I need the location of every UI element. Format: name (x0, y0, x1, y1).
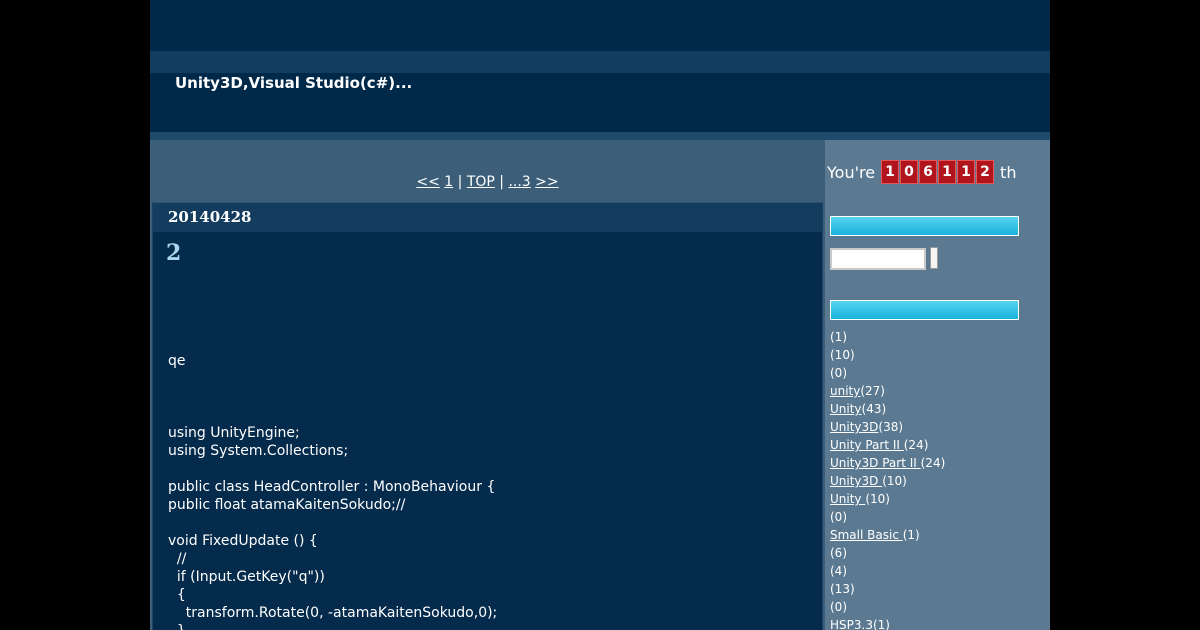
category-item: Small Basic (1) (830, 526, 945, 544)
category-count: (24) (903, 438, 929, 452)
category-count: (4) (830, 564, 847, 578)
pager-separator: | (457, 174, 463, 190)
category-link[interactable]: Unity (830, 402, 862, 416)
main-content: << 1 | TOP | ...3 >> 20140428 2 qe using… (150, 140, 825, 630)
pager-page-1-link[interactable]: 1 (444, 174, 453, 190)
category-item: unity(27) (830, 382, 945, 400)
counter-digit: 1 (957, 160, 976, 184)
category-count: (0) (830, 366, 847, 380)
category-list: (1) (10) (0) unity(27) Unity(43) Unity3D(38) U… (830, 328, 945, 630)
pager-separator: | (499, 174, 504, 190)
category-count: (0) (830, 510, 847, 524)
category-item: (4) (830, 562, 945, 580)
category-count: (24) (920, 456, 946, 470)
category-count: (27) (860, 384, 885, 398)
category-count: (13) (830, 582, 855, 596)
site-title[interactable]: Unity3D,Visual Studio(c#)... (175, 74, 412, 92)
category-count: (1) (902, 528, 920, 542)
sidebar-section-header-categories (830, 300, 1019, 320)
page: Unity3D,Visual Studio(c#)... << 1 | TOP … (150, 0, 1050, 630)
category-link[interactable]: Unity Part II (830, 438, 904, 452)
header-stripe (150, 51, 1050, 73)
category-count: (1) (830, 330, 847, 344)
header: Unity3D,Visual Studio(c#)... (150, 73, 1050, 132)
category-link[interactable]: unity (830, 384, 860, 398)
category-count: (38) (878, 420, 904, 434)
category-item: HSP3.3(1) (830, 616, 945, 630)
pager-prev-link[interactable]: << (416, 174, 439, 190)
category-link[interactable]: Unity3D (830, 420, 878, 434)
category-link[interactable]: Unity3D (830, 474, 882, 488)
entry-date: 20140428 (168, 208, 252, 226)
entry-title[interactable]: 2 (166, 240, 181, 266)
counter-digit: 0 (900, 160, 919, 184)
sidebar: You're 106112 th (1) (10) (0) unity(27) Unit… (825, 140, 1050, 630)
pager-top-link[interactable]: TOP (467, 174, 495, 190)
category-item: Unity(43) (830, 400, 945, 418)
category-item: (10) (830, 346, 945, 364)
counter-digits: 106112 (881, 160, 995, 184)
category-item: Unity3D (10) (830, 472, 945, 490)
pager-next-link[interactable]: >> (535, 174, 558, 190)
sidebar-section-header-search (830, 216, 1019, 236)
category-count: (43) (861, 402, 887, 416)
header-top-band (150, 0, 1050, 51)
category-link[interactable]: Small Basic (830, 528, 903, 542)
counter-digit: 2 (976, 160, 995, 184)
counter-digit: 1 (881, 160, 900, 184)
counter-prefix: You're (827, 162, 876, 182)
category-item: (6) (830, 544, 945, 562)
category-item: (1) (830, 328, 945, 346)
pagination: << 1 | TOP | ...3 >> (150, 174, 825, 190)
entry-date-bar: 20140428 (153, 202, 822, 232)
category-count: (6) (830, 546, 847, 560)
counter-digit: 6 (919, 160, 938, 184)
counter-suffix: th (1000, 162, 1017, 182)
category-count: (10) (882, 474, 907, 488)
category-item: Unity3D Part II (24) (830, 454, 945, 472)
pager-page-3-link[interactable]: ...3 (508, 174, 530, 190)
entry-body: qe using UnityEngine; using System.Colle… (168, 353, 498, 630)
visitor-counter: You're 106112 th (827, 160, 1016, 184)
blog-entry: 20140428 2 qe using UnityEngine; using S… (152, 202, 823, 630)
category-item: (0) (830, 364, 945, 382)
category-item: (0) (830, 508, 945, 526)
counter-digit: 1 (938, 160, 957, 184)
search-input[interactable] (830, 248, 926, 270)
category-link[interactable]: Unity (830, 492, 865, 506)
category-count: (1) (872, 618, 890, 630)
category-item: Unity (10) (830, 490, 945, 508)
category-item: Unity3D(38) (830, 418, 945, 436)
category-link[interactable]: HSP3.3 (830, 618, 873, 630)
category-item: (0) (830, 598, 945, 616)
category-item: Unity Part II (24) (830, 436, 945, 454)
category-count: (10) (865, 492, 890, 506)
category-count: (10) (830, 348, 855, 362)
category-count: (0) (830, 600, 847, 614)
category-item: (13) (830, 580, 945, 598)
header-divider (150, 132, 1050, 140)
search-button[interactable] (930, 247, 938, 269)
category-link[interactable]: Unity3D Part II (830, 456, 921, 470)
